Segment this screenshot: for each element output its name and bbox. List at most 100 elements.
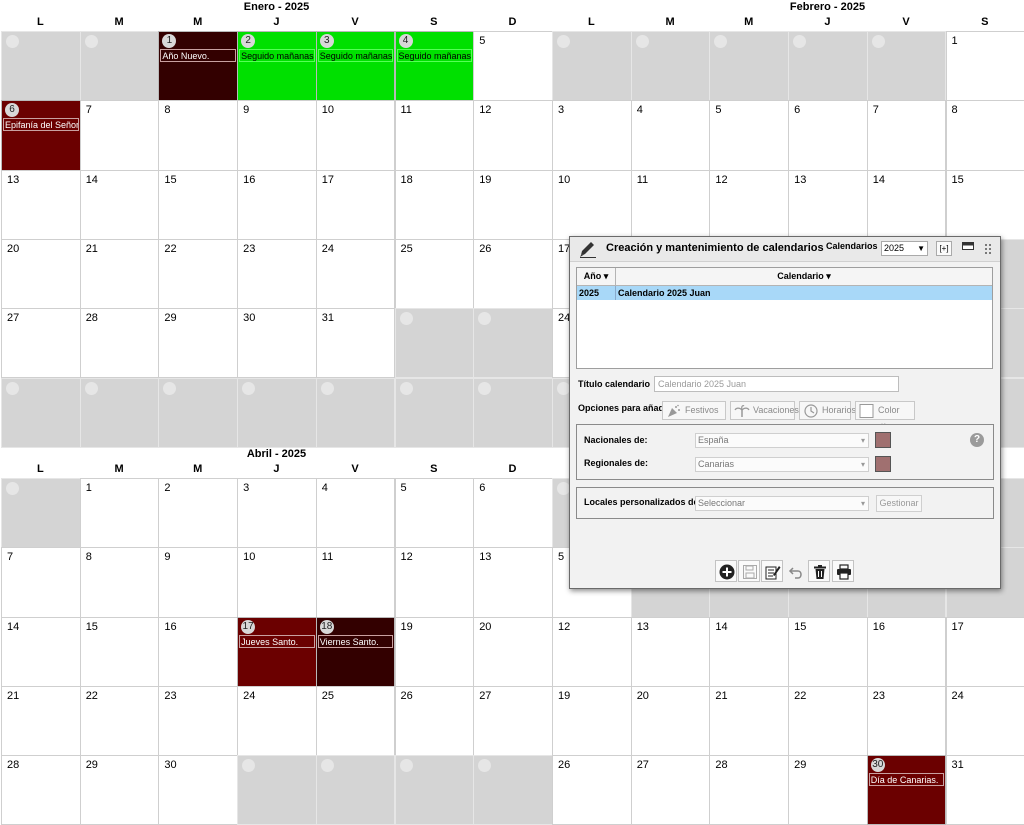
day-cell[interactable]: 9 [158, 547, 238, 617]
day-cell[interactable]: 30Día de Canarias. [867, 755, 947, 825]
day-cell[interactable]: 17 [946, 617, 1024, 687]
day-cell[interactable]: 13 [788, 170, 868, 240]
day-cell[interactable]: 28 [80, 308, 160, 378]
print-button[interactable] [832, 560, 854, 582]
day-cell[interactable]: 12 [552, 617, 632, 687]
day-cell[interactable]: 28 [1, 755, 81, 825]
day-cell[interactable]: 4 [631, 100, 711, 170]
regionales-select[interactable]: Canarias ▾ [695, 457, 869, 472]
minimize-icon[interactable] [962, 242, 974, 252]
new-button[interactable] [715, 560, 737, 582]
day-cell[interactable]: 19 [552, 686, 632, 756]
day-cell[interactable]: 23 [867, 686, 947, 756]
day-cell[interactable]: 11 [395, 100, 475, 170]
day-cell[interactable]: 24 [237, 686, 317, 756]
day-cell[interactable]: 15 [158, 170, 238, 240]
day-cell[interactable]: 25 [395, 239, 475, 309]
year-select[interactable]: 2025 ▼ [881, 241, 928, 256]
day-cell[interactable]: 24 [316, 239, 396, 309]
day-cell[interactable]: 22 [788, 686, 868, 756]
titulo-input[interactable]: Calendario 2025 Juan [654, 376, 899, 392]
day-cell[interactable]: 7 [1, 547, 81, 617]
day-cell[interactable]: 21 [709, 686, 789, 756]
color-dias-button[interactable]: Color días [855, 401, 915, 420]
day-cell[interactable]: 14 [709, 617, 789, 687]
day-cell[interactable]: 15 [788, 617, 868, 687]
day-cell[interactable]: 23 [237, 239, 317, 309]
day-cell[interactable]: 10 [237, 547, 317, 617]
edit-button[interactable] [761, 560, 783, 582]
day-cell[interactable]: 31 [946, 755, 1024, 825]
event-label[interactable]: Epifanía del Señor. [3, 118, 79, 131]
day-cell[interactable]: 16 [237, 170, 317, 240]
day-cell[interactable]: 4 [316, 478, 396, 548]
column-header-calendar[interactable]: Calendario ▾ [616, 268, 992, 285]
festivos-button[interactable]: Festivos [662, 401, 726, 420]
vacaciones-button[interactable]: Vacaciones [730, 401, 795, 420]
day-cell[interactable]: 18Viernes Santo. [316, 617, 396, 687]
day-cell[interactable]: 30 [237, 308, 317, 378]
day-cell[interactable]: 29 [158, 308, 238, 378]
day-cell[interactable]: 12 [395, 547, 475, 617]
day-cell[interactable]: 25 [316, 686, 396, 756]
day-cell[interactable]: 14 [867, 170, 947, 240]
day-cell[interactable]: 27 [631, 755, 711, 825]
drag-grip-icon[interactable] [984, 243, 992, 255]
day-cell[interactable]: 17Jueves Santo. [237, 617, 317, 687]
event-label[interactable]: Año Nuevo. [160, 49, 236, 62]
regionales-color-swatch[interactable] [875, 456, 891, 472]
day-cell[interactable]: 8 [80, 547, 160, 617]
day-cell[interactable]: 28 [709, 755, 789, 825]
event-label[interactable]: Seguido mañanas de [239, 49, 315, 62]
dialog-header[interactable]: Creación y mantenimiento de calendarios … [570, 237, 1000, 262]
day-cell[interactable]: 21 [1, 686, 81, 756]
horarios-button[interactable]: Horarios [799, 401, 851, 420]
day-cell[interactable]: 29 [788, 755, 868, 825]
add-calendar-button[interactable]: [+] [936, 241, 952, 256]
day-cell[interactable]: 3Seguido mañanas de [316, 31, 396, 101]
day-cell[interactable]: 1Año Nuevo. [158, 31, 238, 101]
day-cell[interactable]: 5 [709, 100, 789, 170]
day-cell[interactable]: 14 [1, 617, 81, 687]
day-cell[interactable]: 1 [80, 478, 160, 548]
column-header-year[interactable]: Año ▾ [577, 268, 616, 285]
day-cell[interactable]: 17 [316, 170, 396, 240]
nacionales-color-swatch[interactable] [875, 432, 891, 448]
day-cell[interactable]: 23 [158, 686, 238, 756]
day-cell[interactable]: 15 [80, 617, 160, 687]
day-cell[interactable]: 13 [631, 617, 711, 687]
day-cell[interactable]: 7 [867, 100, 947, 170]
event-label[interactable]: Seguido mañanas de [397, 49, 473, 62]
save-button[interactable] [738, 560, 760, 582]
day-cell[interactable]: 11 [631, 170, 711, 240]
day-cell[interactable]: 20 [473, 617, 553, 687]
day-cell[interactable]: 1 [946, 31, 1024, 101]
day-cell[interactable]: 8 [946, 100, 1024, 170]
help-icon[interactable]: ? [970, 433, 984, 447]
day-cell[interactable]: 7 [80, 100, 160, 170]
day-cell[interactable]: 14 [80, 170, 160, 240]
day-cell[interactable]: 19 [473, 170, 553, 240]
day-cell[interactable]: 3 [552, 100, 632, 170]
day-cell[interactable]: 3 [237, 478, 317, 548]
undo-button[interactable] [784, 560, 806, 582]
day-cell[interactable]: 10 [316, 100, 396, 170]
day-cell[interactable]: 20 [1, 239, 81, 309]
day-cell[interactable]: 26 [395, 686, 475, 756]
day-cell[interactable]: 9 [237, 100, 317, 170]
day-cell[interactable]: 20 [631, 686, 711, 756]
day-cell[interactable]: 22 [80, 686, 160, 756]
day-cell[interactable]: 18 [395, 170, 475, 240]
day-cell[interactable]: 21 [80, 239, 160, 309]
day-cell[interactable]: 27 [1, 308, 81, 378]
gestionar-button[interactable]: Gestionar [876, 495, 922, 512]
day-cell[interactable]: 4Seguido mañanas de [395, 31, 475, 101]
day-cell[interactable]: 6Epifanía del Señor. [1, 100, 81, 170]
day-cell[interactable]: 11 [316, 547, 396, 617]
day-cell[interactable]: 27 [473, 686, 553, 756]
day-cell[interactable]: 16 [867, 617, 947, 687]
day-cell[interactable]: 13 [1, 170, 81, 240]
day-cell[interactable]: 26 [473, 239, 553, 309]
day-cell[interactable]: 12 [473, 100, 553, 170]
day-cell[interactable]: 6 [473, 478, 553, 548]
